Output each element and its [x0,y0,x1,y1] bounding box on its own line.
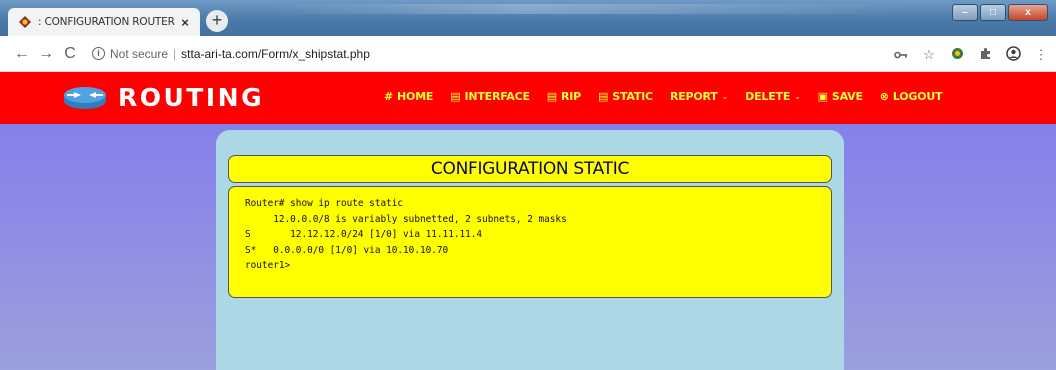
browser-toolbar: ← → C i Not secure | stta-ari-ta.com/For… [0,36,1056,72]
chevron-down-icon: ⌄ [721,92,729,101]
window-controls: – □ x [952,4,1048,21]
home-icon: # [384,90,394,103]
panel-title: CONFIGURATION STATIC [228,155,832,183]
back-arrow-icon[interactable]: ← [10,45,34,63]
new-tab-button[interactable]: + [206,10,228,32]
chevron-down-icon: ⌄ [794,92,801,101]
maximize-button[interactable]: □ [980,4,1006,21]
url-separator: | [173,46,177,61]
star-icon[interactable]: ☆ [922,47,936,63]
router-favicon-icon [18,15,32,29]
list-icon: ▤ [598,90,609,103]
menu-logout[interactable]: ⊗ LOGOUT [880,90,943,103]
menu-static-label: STATIC [612,90,653,103]
logout-icon: ⊗ [879,90,889,103]
list-icon: ▤ [546,90,557,103]
terminal-line: S 12.12.12.0/24 [1/0] via 11.11.11.4 [245,229,483,240]
list-icon: ▤ [450,90,461,103]
security-status: Not secure [110,46,169,61]
terminal-line: S* 0.0.0.0/0 [1/0] via 10.10.10.70 [245,244,449,256]
key-icon[interactable] [894,48,908,63]
router-logo-icon [62,85,108,111]
menu-home-label: HOME [397,90,434,103]
toolbar-actions: ☆ ⋮ [894,46,1048,64]
forward-arrow-icon[interactable]: → [34,45,58,63]
menu-save[interactable]: ▣ SAVE [818,90,863,103]
close-window-button[interactable]: x [1008,4,1048,21]
menu-interface[interactable]: ▤ INTERFACE [450,90,530,103]
terminal-output: Router# show ip route static 12.0.0.0/8 … [228,186,832,298]
menu-report[interactable]: REPORT ⌄ [670,90,728,103]
reload-icon[interactable]: C [58,45,82,63]
main-menu: # HOME ▤ INTERFACE ▤ RIP ▤ STATIC REPORT… [384,90,959,103]
menu-interface-label: INTERFACE [464,90,530,103]
info-icon[interactable]: i [92,47,105,60]
menu-static[interactable]: ▤ STATIC [598,90,653,103]
menu-rip-label: RIP [561,90,582,103]
address-bar[interactable]: i Not secure | stta-ari-ta.com/Form/x_sh… [92,47,370,61]
menu-kebab-icon[interactable]: ⋮ [1034,47,1048,63]
terminal-line: router1> [245,260,291,271]
browser-tab[interactable]: : CONFIGURATION ROUTER 11.1 × [8,8,200,36]
minimize-button[interactable]: – [952,4,978,21]
brand[interactable]: ROUTING [62,83,264,112]
menu-save-label: SAVE [831,90,863,103]
config-panel: CONFIGURATION STATIC Router# show ip rou… [216,130,844,370]
brand-title: ROUTING [118,83,265,112]
tab-title: : CONFIGURATION ROUTER 11.1 [38,16,178,28]
tab-close-icon[interactable]: × [178,15,192,30]
menu-report-label: REPORT [669,90,718,103]
menu-home[interactable]: # HOME [384,90,433,103]
url-text[interactable]: stta-ari-ta.com/Form/x_shipstat.php [181,47,370,61]
terminal-line: Router# show ip route static [245,198,404,209]
page-body: ROUTING # HOME ▤ INTERFACE ▤ RIP ▤ STATI… [0,72,1056,370]
save-icon: ▣ [817,90,828,103]
menu-delete[interactable]: DELETE ⌄ [745,90,801,103]
menu-rip[interactable]: ▤ RIP [547,90,581,103]
browser-titlebar: : CONFIGURATION ROUTER 11.1 × + – □ x [0,0,1056,36]
terminal-line: 12.0.0.0/8 is variably subnetted, 2 subn… [245,213,567,225]
menu-delete-label: DELETE [745,90,791,103]
top-navbar: ROUTING # HOME ▤ INTERFACE ▤ RIP ▤ STATI… [0,72,1056,124]
menu-logout-label: LOGOUT [892,90,943,103]
puzzle-icon[interactable] [978,47,992,63]
extension-icon[interactable] [950,47,964,63]
account-icon[interactable] [1006,46,1021,64]
